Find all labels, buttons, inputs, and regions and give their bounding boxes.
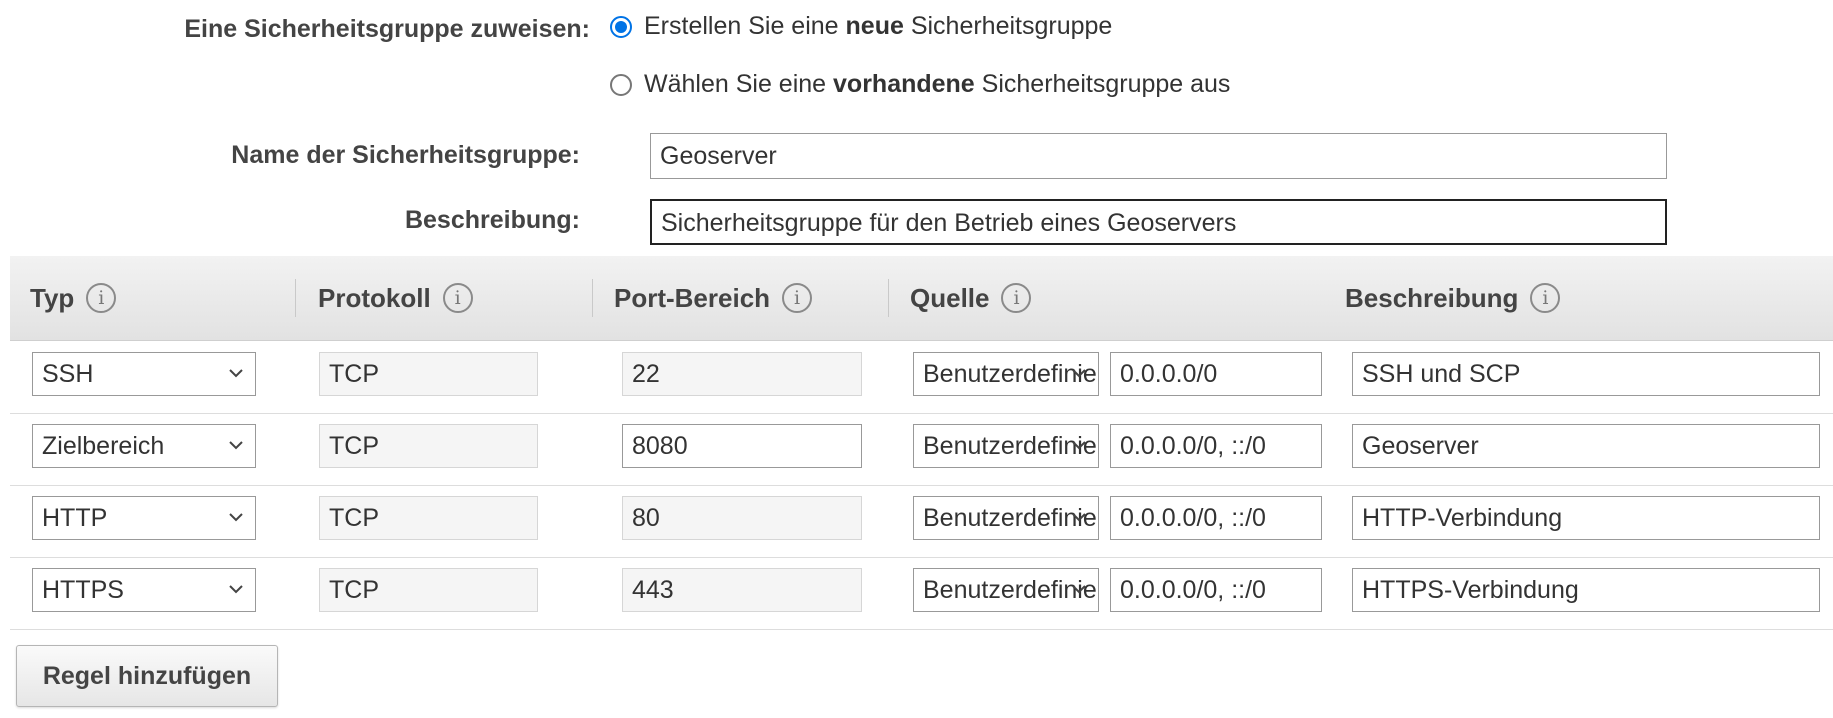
protocol-field: TCP (319, 496, 538, 540)
chevron-down-icon (225, 497, 247, 539)
source-type-select[interactable]: Benutzerdefiniert (913, 424, 1099, 468)
rule-row: SSH TCP 22 Benutzerdefiniert 0.0.0.0/0 SSH un… (10, 341, 1833, 414)
info-icon[interactable]: i (1001, 283, 1032, 313)
source-type-select[interactable]: Benutzerdefiniert (913, 568, 1099, 612)
port-range-field: 443 (622, 568, 862, 612)
protocol-field: TCP (319, 424, 538, 468)
rules-table-header: Typ i Protokoll i Port-Bereich i Quelle … (10, 256, 1833, 341)
rule-description-input[interactable]: HTTPS-Verbindung (1352, 568, 1820, 612)
column-header-type: Typ i (30, 256, 117, 340)
type-select[interactable]: SSH (32, 352, 256, 396)
type-select-value: SSH (42, 360, 94, 388)
type-select[interactable]: HTTPS (32, 568, 256, 612)
source-type-select[interactable]: Benutzerdefiniert (913, 352, 1099, 396)
chevron-down-icon (1068, 569, 1090, 611)
info-icon[interactable]: i (442, 283, 473, 313)
info-icon[interactable]: i (782, 283, 813, 313)
info-icon[interactable]: i (86, 283, 117, 313)
type-select-value: HTTPS (42, 576, 124, 604)
protocol-field: TCP (319, 568, 538, 612)
assign-security-group-label: Eine Sicherheitsgruppe zuweisen: (184, 15, 590, 43)
port-range-field: 22 (622, 352, 862, 396)
source-cidr-input[interactable]: 0.0.0.0/0, ::/0 (1110, 424, 1322, 468)
column-header-port-range: Port-Bereich i (614, 256, 813, 340)
chevron-down-icon (225, 425, 247, 467)
port-range-field[interactable]: 8080 (622, 424, 862, 468)
rule-row: HTTP TCP 80 Benutzerdefiniert 0.0.0.0/0, ::/… (10, 485, 1833, 558)
type-select[interactable]: HTTP (32, 496, 256, 540)
column-header-protocol: Protokoll i (318, 256, 473, 340)
chevron-down-icon (1068, 497, 1090, 539)
type-select-value: HTTP (42, 504, 108, 532)
radio-button-unselected[interactable] (610, 73, 632, 96)
rule-description-input[interactable]: Geoserver (1352, 424, 1820, 468)
source-cidr-input[interactable]: 0.0.0.0/0, ::/0 (1110, 568, 1322, 612)
source-cidr-input[interactable]: 0.0.0.0/0 (1110, 352, 1322, 396)
chevron-down-icon (225, 353, 247, 395)
security-group-name-input[interactable]: Geoserver (650, 133, 1667, 179)
security-group-description-input[interactable]: Sicherheitsgruppe für den Betrieb eines … (650, 199, 1667, 245)
radio-select-existing-label: Wählen Sie eine vorhandene Sicherheitsgr… (644, 70, 1231, 98)
rule-row: HTTPS TCP 443 Benutzerdefiniert 0.0.0.0/0, :… (10, 557, 1833, 630)
column-divider (295, 279, 296, 317)
column-header-description: Beschreibung i (1345, 256, 1561, 340)
protocol-field: TCP (319, 352, 538, 396)
rule-description-input[interactable]: SSH und SCP (1352, 352, 1820, 396)
radio-create-new-group[interactable]: Erstellen Sie eine neue Sicherheitsgrupp… (610, 12, 1112, 41)
column-divider (888, 279, 889, 317)
source-type-select[interactable]: Benutzerdefiniert (913, 496, 1099, 540)
type-select-value: Zielbereich (42, 432, 165, 460)
security-group-name-label: Name der Sicherheitsgruppe: (231, 141, 580, 169)
info-icon[interactable]: i (1530, 283, 1561, 313)
radio-select-existing-group[interactable]: Wählen Sie eine vorhandene Sicherheitsgr… (610, 70, 1230, 99)
chevron-down-icon (1068, 353, 1090, 395)
chevron-down-icon (1068, 425, 1090, 467)
port-range-field: 80 (622, 496, 862, 540)
column-header-source: Quelle i (910, 256, 1032, 340)
radio-create-new-label: Erstellen Sie eine neue Sicherheitsgrupp… (644, 12, 1113, 40)
column-divider (592, 279, 593, 317)
radio-button-selected[interactable] (610, 15, 632, 38)
source-cidr-input[interactable]: 0.0.0.0/0, ::/0 (1110, 496, 1322, 540)
rule-description-input[interactable]: HTTP-Verbindung (1352, 496, 1820, 540)
rule-row: Zielbereich TCP 8080 Benutzerdefiniert 0.0.0… (10, 413, 1833, 486)
add-rule-button[interactable]: Regel hinzufügen (16, 645, 278, 707)
type-select[interactable]: Zielbereich (32, 424, 256, 468)
chevron-down-icon (225, 569, 247, 611)
security-group-description-label: Beschreibung: (404, 206, 580, 234)
